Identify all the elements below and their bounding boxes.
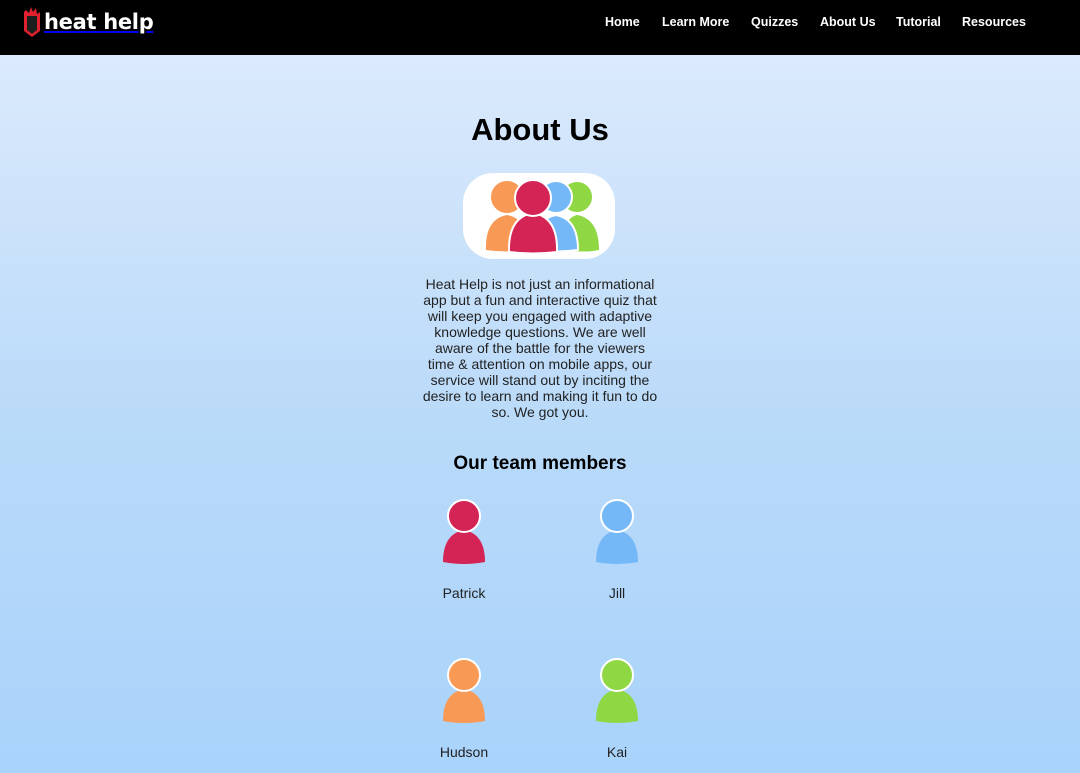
team-member-name: Hudson [439,744,489,760]
person-icon [443,658,485,723]
team-member-card: Hudson [404,658,524,760]
page-title: About Us [471,112,609,147]
about-description: Heat Help is not just an informational a… [422,276,658,420]
person-icon [596,499,638,564]
nav-item-learn-more[interactable]: Learn More [662,15,729,29]
person-icon [443,499,485,564]
nav-item-quizzes[interactable]: Quizzes [751,15,798,29]
person-icon [596,658,638,723]
team-member-card: Kai [557,658,677,760]
nav-item-tutorial[interactable]: Tutorial [896,15,941,29]
team-group-image [463,173,615,259]
nav-menu: Home Learn More Quizzes About Us Tutoria… [0,0,1080,45]
team-member-card: Jill [557,499,677,601]
team-member-name: Jill [608,585,626,601]
nav-item-home[interactable]: Home [605,15,640,29]
team-group-icon [485,179,599,255]
team-member-name: Patrick [442,585,486,601]
top-navbar: heat help Home Learn More Quizzes About … [0,0,1080,55]
team-member-card: Patrick [404,499,524,601]
nav-item-resources[interactable]: Resources [962,15,1026,29]
team-heading: Our team members [453,453,627,474]
team-member-name: Kai [606,744,628,760]
nav-item-about-us[interactable]: About Us [820,15,876,29]
